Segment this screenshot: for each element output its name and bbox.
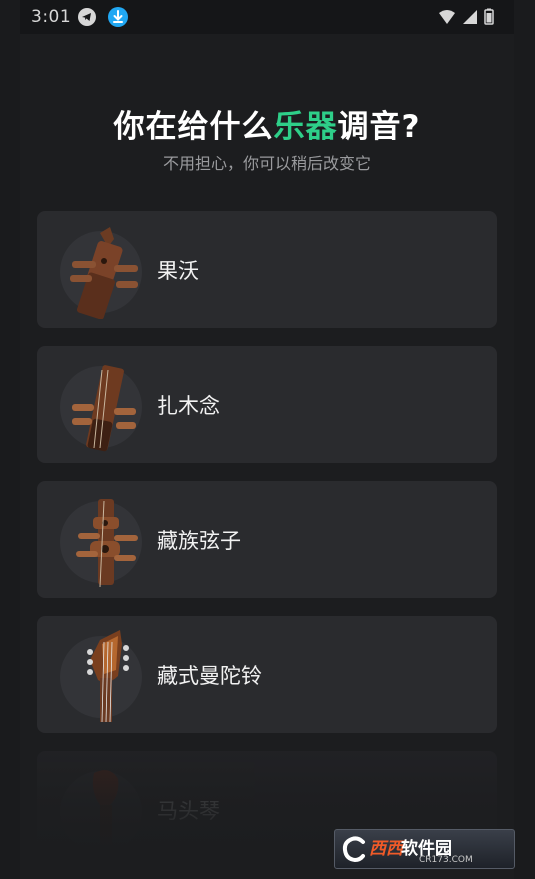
- watermark-logo: 西西 软件园 CR173.COM: [334, 829, 515, 869]
- instrument-name: 藏族弦子: [157, 529, 241, 553]
- title-accent: 乐器: [273, 109, 338, 145]
- instrument-card-tibetan-mandolin[interactable]: 藏式曼陀铃: [37, 616, 497, 733]
- status-time: 3:01: [31, 7, 72, 27]
- instrument-list: 果沃 扎木念 藏族弦子 藏式曼陀铃 马头琴: [37, 211, 497, 879]
- title-part-1: 你在给什么: [113, 109, 274, 145]
- status-indicators: [438, 8, 494, 25]
- instrument-card-guowo[interactable]: 果沃: [37, 211, 497, 328]
- instrument-name: 扎木念: [157, 394, 220, 418]
- screen: 3:01 你在给什么乐器调音? 不用担心，你可以稍后改变它 果沃 扎木念 藏族弦…: [20, 0, 514, 879]
- tibetan-mandolin-image: [60, 630, 142, 723]
- signal-icon: [463, 9, 477, 24]
- guowo-image: [60, 227, 142, 319]
- zhamunian-image: [60, 365, 142, 452]
- battery-icon: [484, 8, 494, 25]
- xianzi-image: [60, 499, 142, 588]
- telegram-icon: [78, 8, 96, 26]
- watermark-url: CR173.COM: [419, 855, 473, 865]
- watermark-brand: 西西: [369, 839, 403, 859]
- status-bar: 3:01: [20, 0, 514, 34]
- instrument-name: 藏式曼陀铃: [157, 664, 262, 688]
- instrument-name: 果沃: [157, 259, 199, 283]
- morin-khuur-image: [60, 770, 142, 857]
- watermark-c-icon: [342, 836, 365, 863]
- title-part-2: 调音?: [337, 109, 421, 145]
- download-icon: [108, 7, 128, 27]
- instrument-card-xianzi[interactable]: 藏族弦子: [37, 481, 497, 598]
- instrument-name: 马头琴: [157, 799, 220, 823]
- page-title: 你在给什么乐器调音?: [20, 101, 514, 146]
- wifi-icon: [439, 9, 455, 24]
- instrument-card-zhamunian[interactable]: 扎木念: [37, 346, 497, 463]
- page-subtitle: 不用担心，你可以稍后改变它: [162, 154, 371, 173]
